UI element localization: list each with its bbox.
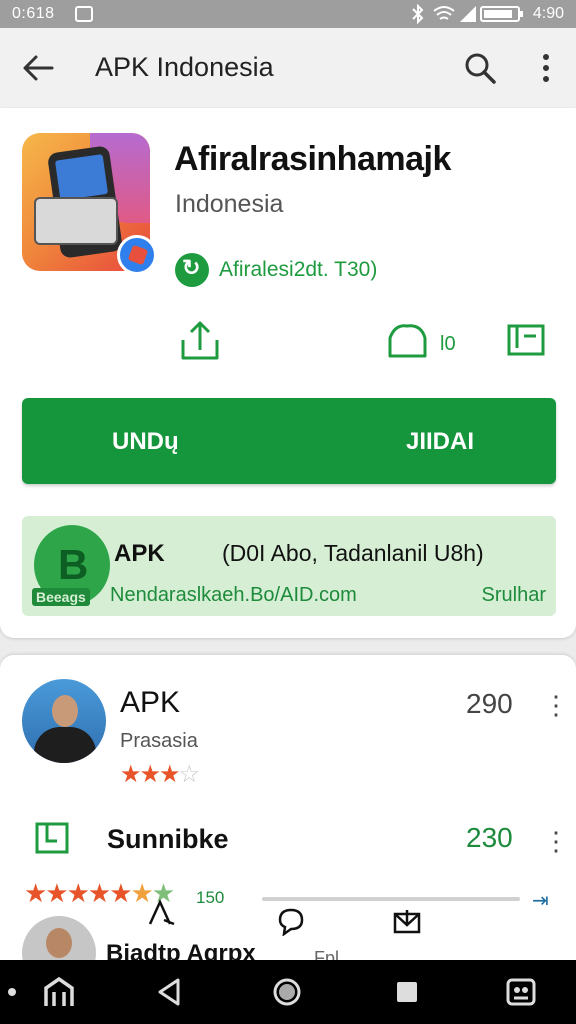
list-item-count: 290 xyxy=(466,688,513,719)
edit-icon[interactable] xyxy=(146,898,176,928)
device-graphic xyxy=(34,197,118,245)
share-icon[interactable] xyxy=(177,318,223,364)
back-triangle-icon[interactable] xyxy=(152,976,186,1008)
signal-icon xyxy=(460,6,476,22)
home-circle-icon[interactable] xyxy=(270,976,304,1008)
page-title: APK Indonesia xyxy=(95,52,274,82)
promo-description: (D0I Abo, Tadanlanil U8h) xyxy=(222,540,484,566)
system-navigation-bar xyxy=(0,960,576,1024)
progress-bar xyxy=(262,897,520,901)
more-options-icon[interactable] xyxy=(543,826,569,856)
more-options-icon[interactable] xyxy=(532,50,560,86)
avatar-head xyxy=(46,928,72,958)
status-time: 0:618 xyxy=(12,5,55,22)
promo-logo-tag: Beeags xyxy=(32,588,90,606)
wifi-icon xyxy=(433,6,455,20)
avatar-body xyxy=(34,727,96,763)
recents-square-icon[interactable] xyxy=(390,976,424,1008)
list-item-count: 230 xyxy=(466,822,513,853)
verified-icon xyxy=(175,253,209,287)
document-icon xyxy=(35,822,69,854)
more-options-icon[interactable] xyxy=(543,690,569,720)
assistant-icon[interactable] xyxy=(504,976,538,1008)
rating-value: 150 xyxy=(196,888,225,907)
search-icon[interactable] xyxy=(462,50,498,86)
list-item-title[interactable]: APK xyxy=(120,686,180,720)
back-arrow-icon[interactable] xyxy=(18,50,58,86)
download-button-right-label: JIIDAI xyxy=(406,428,475,455)
list-item-subtitle: Prasasia xyxy=(120,730,198,752)
promo-banner[interactable]: Beeags APK (D0I Abo, Tadanlanil U8h) Nen… xyxy=(22,516,556,616)
dot-icon xyxy=(8,988,16,996)
verified-text: Afiralesi2dt. T30) xyxy=(219,258,378,281)
download-button-left-label: UNDų xyxy=(112,428,179,455)
phone-screen xyxy=(54,154,109,201)
app-bar: APK Indonesia xyxy=(0,28,576,108)
list-item-title[interactable]: Sunnibke xyxy=(107,824,229,855)
download-button[interactable]: UNDų JIIDAI xyxy=(22,398,556,484)
promo-title: APK xyxy=(114,540,165,567)
mail-icon[interactable] xyxy=(392,906,422,936)
status-clock: 4:90 xyxy=(532,5,564,22)
status-bar: 0:618 4:90 xyxy=(0,0,576,28)
promo-link[interactable]: Srulhar xyxy=(482,584,546,607)
app-developer[interactable]: Indonesia xyxy=(175,190,283,219)
app-badge-icon xyxy=(117,235,157,275)
chat-icon[interactable] xyxy=(276,906,306,936)
like-count: l0 xyxy=(440,333,456,355)
app-name: Afiralrasinhamajk xyxy=(174,140,451,178)
rating-stars: ★★★☆ xyxy=(120,761,200,788)
home-shortcut-icon[interactable] xyxy=(42,976,76,1008)
bluetooth-icon xyxy=(412,4,424,24)
notification-icon xyxy=(75,6,93,22)
promo-url[interactable]: Nendaraslkaeh.Bo/AID.com xyxy=(110,584,357,607)
arrow-right-icon[interactable]: ⇥ xyxy=(532,888,549,913)
battery-icon xyxy=(480,6,523,22)
avatar xyxy=(22,679,106,763)
avatar-head xyxy=(52,695,78,727)
like-icon[interactable] xyxy=(385,318,431,364)
bookmark-icon[interactable] xyxy=(504,318,550,364)
